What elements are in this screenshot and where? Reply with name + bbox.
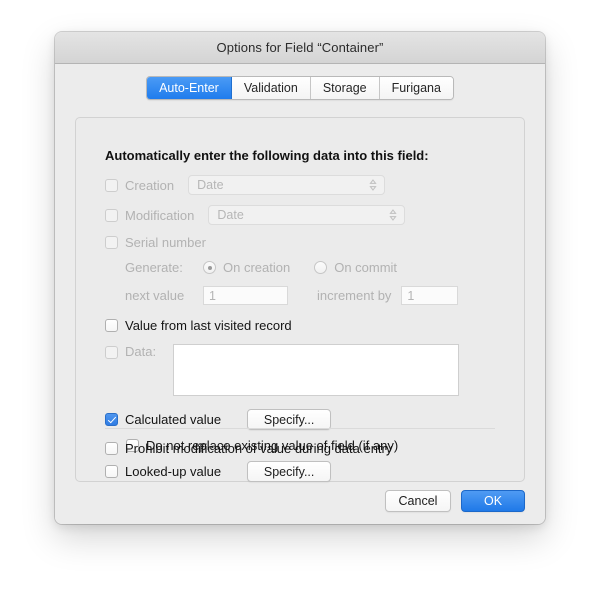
- creation-checkbox[interactable]: [105, 178, 118, 192]
- generate-on-creation-label: On creation: [223, 260, 291, 275]
- prohibit-modification-row: Prohibit modification of value during da…: [105, 441, 392, 456]
- tab-furigana[interactable]: Furigana: [379, 77, 453, 99]
- section-separator: [105, 428, 495, 429]
- data-label: Data:: [125, 344, 157, 359]
- serial-values-row: next value 1 increment by 1: [105, 286, 514, 305]
- panel-heading: Automatically enter the following data i…: [105, 148, 429, 163]
- tab-validation[interactable]: Validation: [231, 77, 311, 99]
- window-title: Options for Field “Container”: [216, 40, 384, 55]
- serial-number-checkbox[interactable]: [105, 236, 118, 249]
- next-value-input[interactable]: 1: [203, 286, 288, 305]
- calculated-value-checkbox[interactable]: [105, 413, 118, 426]
- calculated-value-specify-button[interactable]: Specify...: [247, 409, 332, 430]
- modification-row: Modification Date: [105, 205, 514, 225]
- tab-auto-enter[interactable]: Auto-Enter: [147, 77, 232, 99]
- creation-date-popup[interactable]: Date: [188, 175, 386, 195]
- looked-up-value-checkbox[interactable]: [105, 465, 118, 478]
- prohibit-modification-label: Prohibit modification of value during da…: [125, 441, 393, 456]
- tab-bar: Auto-Enter Validation Storage Furigana: [55, 76, 545, 100]
- looked-up-value-row: Looked-up value Specify...: [105, 461, 514, 482]
- modification-date-popup[interactable]: Date: [208, 205, 406, 225]
- value-from-last-visited-row: Value from last visited record: [105, 318, 514, 333]
- looked-up-value-specify-button[interactable]: Specify...: [247, 461, 332, 482]
- data-textarea[interactable]: [173, 344, 459, 396]
- creation-row: Creation Date: [105, 175, 514, 195]
- generate-label: Generate:: [125, 260, 183, 275]
- generate-on-commit-radio[interactable]: [314, 261, 328, 274]
- modification-date-popup-value: Date: [217, 208, 244, 222]
- increment-by-label: increment by: [317, 288, 392, 303]
- window-body: Auto-Enter Validation Storage Furigana A…: [55, 64, 545, 524]
- window-titlebar: Options for Field “Container”: [55, 32, 545, 64]
- prohibit-modification-checkbox[interactable]: [105, 442, 118, 455]
- modification-checkbox[interactable]: [105, 208, 118, 222]
- looked-up-value-label: Looked-up value: [125, 464, 222, 479]
- ok-button[interactable]: OK: [461, 490, 525, 512]
- data-checkbox[interactable]: [105, 346, 118, 359]
- generate-on-commit-label: On commit: [334, 260, 398, 275]
- value-from-last-visited-checkbox[interactable]: [105, 319, 118, 332]
- creation-label: Creation: [125, 177, 175, 193]
- cancel-button[interactable]: Cancel: [385, 490, 451, 512]
- generate-row: Generate: On creation On commit: [105, 260, 514, 275]
- data-row: Data:: [105, 344, 514, 396]
- panel-content: Automatically enter the following data i…: [105, 148, 514, 482]
- modification-label: Modification: [125, 207, 195, 223]
- calculated-value-row: Calculated value Specify...: [105, 409, 514, 430]
- serial-number-row: Serial number: [105, 235, 514, 250]
- generate-on-creation-radio[interactable]: [203, 261, 216, 274]
- chevron-updown-icon: [369, 179, 377, 191]
- serial-number-label: Serial number: [125, 235, 206, 250]
- auto-enter-panel: Automatically enter the following data i…: [75, 117, 525, 482]
- segmented-tab-control: Auto-Enter Validation Storage Furigana: [146, 76, 454, 100]
- chevron-updown-icon: [389, 209, 397, 221]
- creation-date-popup-value: Date: [197, 178, 224, 192]
- increment-by-input[interactable]: 1: [401, 286, 459, 305]
- tab-storage[interactable]: Storage: [310, 77, 380, 99]
- calculated-value-label: Calculated value: [125, 412, 222, 427]
- dialog-footer-buttons: Cancel OK: [385, 490, 525, 512]
- options-dialog-window: Options for Field “Container” Auto-Enter…: [55, 32, 545, 524]
- screenshot-stage: Options for Field “Container” Auto-Enter…: [0, 0, 600, 594]
- value-from-last-visited-label: Value from last visited record: [125, 318, 292, 333]
- next-value-label: next value: [125, 288, 185, 303]
